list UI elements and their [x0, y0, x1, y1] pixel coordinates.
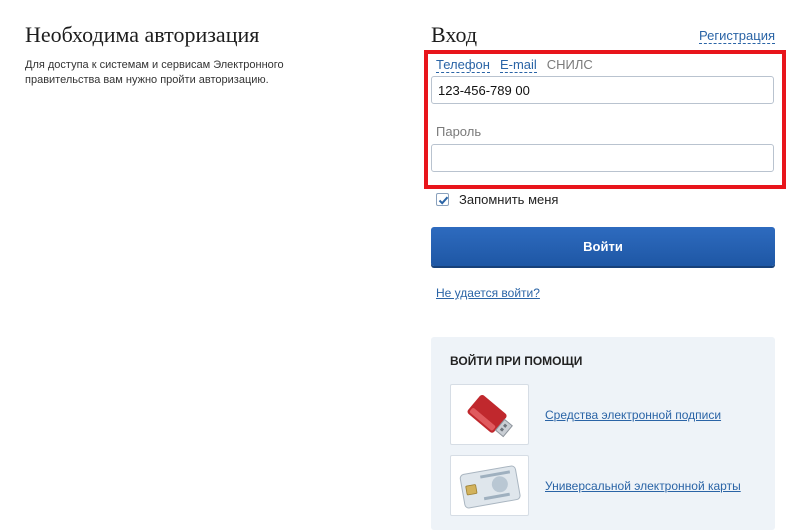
- card-link[interactable]: Универсальной электронной карты: [545, 479, 741, 493]
- tab-phone[interactable]: Телефон: [436, 58, 490, 73]
- register-link[interactable]: Регистрация: [699, 29, 775, 44]
- signature-link[interactable]: Средства электронной подписи: [545, 408, 721, 422]
- alt-login-item-card[interactable]: Универсальной электронной карты: [450, 455, 741, 516]
- login-type-tabs: Телефон E-mail СНИЛС: [436, 58, 593, 73]
- remember-label: Запомнить меня: [459, 192, 559, 207]
- auth-description: Для доступа к системам и сервисам Электр…: [25, 59, 284, 86]
- tab-snils[interactable]: СНИЛС: [547, 58, 593, 73]
- tab-email[interactable]: E-mail: [499, 58, 537, 73]
- cant-login-link[interactable]: Не удается войти?: [436, 286, 540, 300]
- password-field[interactable]: [431, 144, 774, 172]
- remember-me[interactable]: Запомнить меня: [436, 192, 558, 207]
- login-field[interactable]: [431, 76, 774, 104]
- remember-checkbox[interactable]: [436, 193, 449, 206]
- page-title: Необходима авторизация: [25, 22, 260, 47]
- alt-login-title: ВОЙТИ ПРИ ПОМОЩИ: [450, 354, 583, 368]
- login-button[interactable]: Войти: [431, 227, 775, 266]
- login-title: Вход: [431, 22, 478, 47]
- smart-card-icon[interactable]: [450, 455, 529, 516]
- alt-login-panel: ВОЙТИ ПРИ ПОМОЩИ Средства электронной по…: [431, 337, 775, 530]
- password-label: Пароль: [436, 124, 482, 139]
- alt-login-item-signature[interactable]: Средства электронной подписи: [450, 384, 721, 445]
- checkmark-icon: [438, 196, 449, 205]
- usb-token-icon[interactable]: [450, 384, 529, 445]
